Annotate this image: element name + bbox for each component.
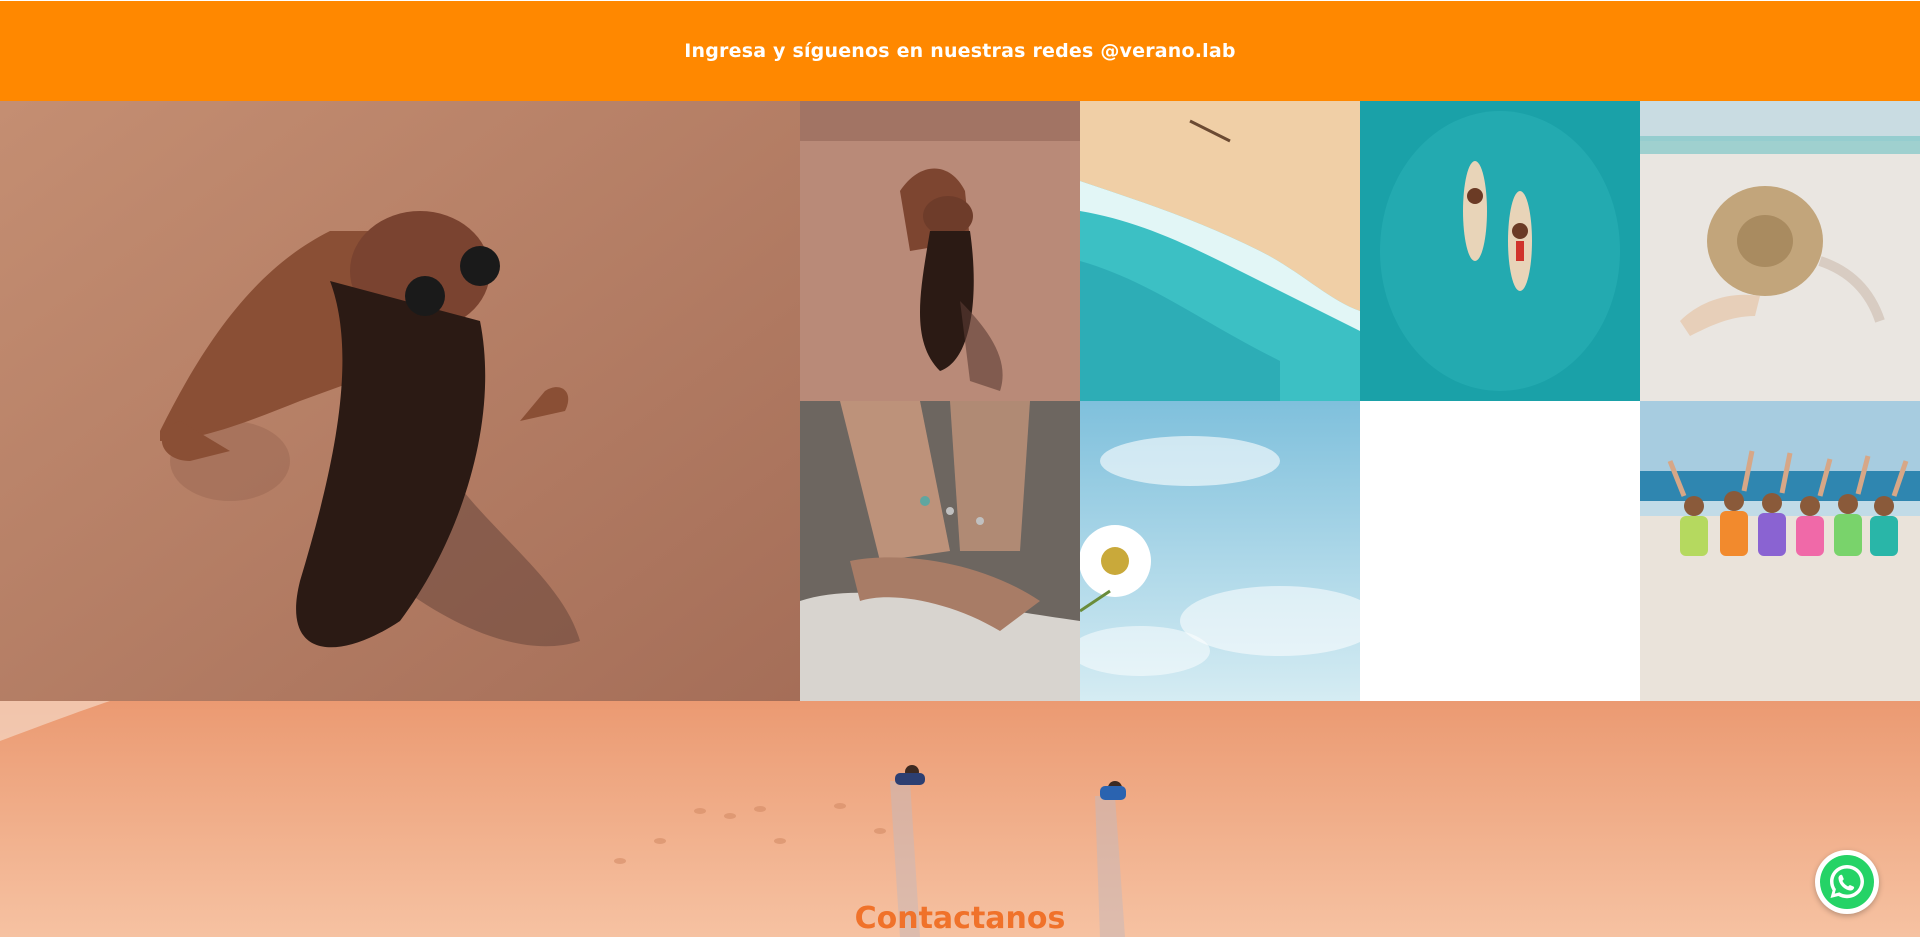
social-link[interactable]: Ingresa y síguenos en nuestras redes @ve… xyxy=(684,40,1235,62)
contact-heading: Contactanos xyxy=(854,901,1066,936)
gallery-image-woman-on-sand-small[interactable] xyxy=(800,101,1080,401)
gallery-empty-tile xyxy=(1360,401,1640,701)
gallery-image-daisy-sky[interactable] xyxy=(1080,401,1360,701)
gallery-image-friends-beach[interactable] xyxy=(1640,401,1920,701)
gallery-image-surfers[interactable] xyxy=(1360,101,1640,401)
gallery-image-woman-on-sand[interactable] xyxy=(0,101,800,701)
gallery-image-straw-hat[interactable] xyxy=(1640,101,1920,401)
whatsapp-button[interactable] xyxy=(1815,850,1879,914)
top-banner: Ingresa y síguenos en nuestras redes @ve… xyxy=(0,1,1920,101)
photo-gallery xyxy=(0,101,1920,701)
contact-section: Contactanos xyxy=(0,701,1920,937)
gallery-image-hands-rings[interactable] xyxy=(800,401,1080,701)
whatsapp-icon xyxy=(1820,855,1874,909)
gallery-image-aerial-wave[interactable] xyxy=(1080,101,1360,401)
